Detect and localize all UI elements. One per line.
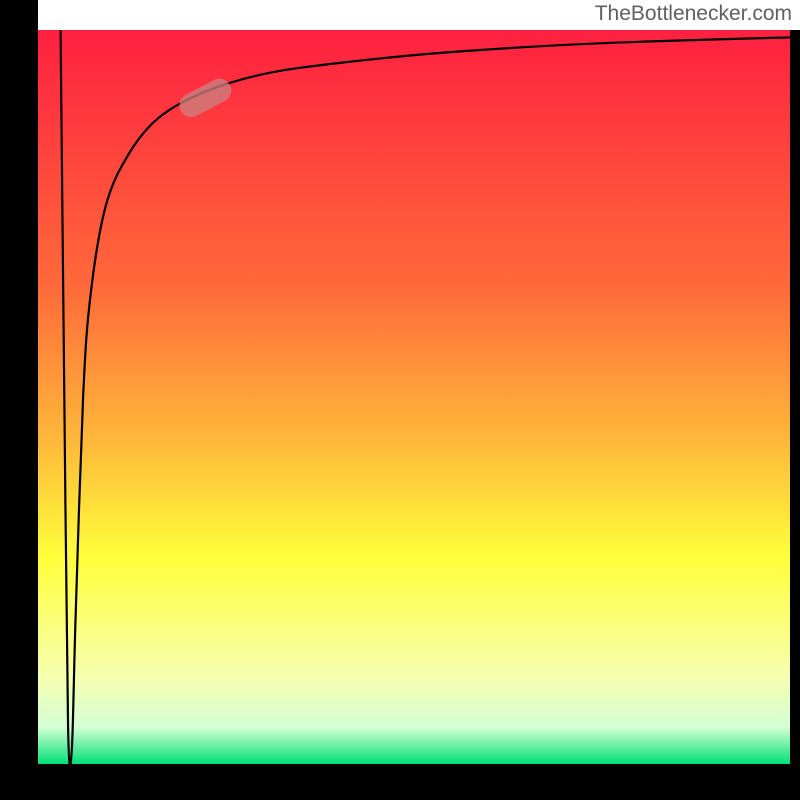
watermark-text: TheBottlenecker.com [595,2,792,26]
frame-right [790,30,800,800]
frame-bottom [0,764,800,800]
frame-left [0,0,38,800]
bottleneck-chart [0,0,800,800]
plot-background [38,30,790,764]
